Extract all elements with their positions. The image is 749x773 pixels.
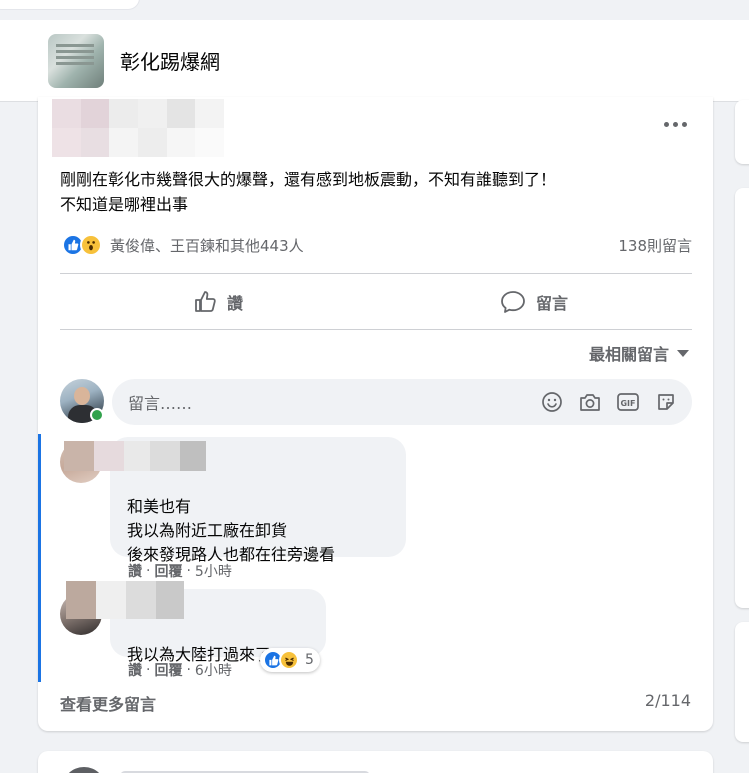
meta-separator: ·	[186, 662, 191, 678]
next-post-card	[38, 751, 713, 773]
more-options-button[interactable]	[657, 111, 693, 137]
comment-like-link[interactable]: 讚	[128, 561, 142, 581]
comment-count[interactable]: 138則留言	[618, 235, 692, 256]
thread-highlight-bar	[38, 434, 41, 682]
svg-text:GIF: GIF	[620, 399, 635, 408]
avatar-face	[74, 387, 90, 405]
composer-tools: GIF	[540, 390, 678, 414]
dot-icon	[663, 121, 669, 127]
side-card	[735, 622, 749, 742]
like-label: 讚	[226, 294, 243, 313]
comment-meta: 讚 · 回覆 · 6小時	[128, 660, 232, 680]
dot-icon	[672, 121, 678, 127]
caret-down-icon	[677, 349, 689, 357]
sort-label: 最相關留言	[588, 345, 669, 364]
side-card	[735, 100, 749, 164]
comment-reactions[interactable]: 5	[260, 648, 320, 672]
comment-reply-link[interactable]: 回覆	[154, 561, 182, 581]
meta-separator: ·	[146, 662, 151, 678]
haha-reaction-icon	[279, 650, 299, 670]
wow-reaction-icon[interactable]	[80, 234, 102, 256]
comment-input-placeholder: 留言……	[128, 394, 193, 413]
sticker-icon[interactable]	[654, 390, 678, 414]
comment-like-link[interactable]: 讚	[128, 660, 142, 680]
top-fragment	[0, 0, 749, 20]
online-status-dot	[90, 408, 104, 422]
post-text: 剛剛在彰化市幾聲很大的爆聲，還有感到地板震動，不知有誰聽到了！ 不知道是哪裡出事	[60, 170, 557, 214]
gif-icon[interactable]: GIF	[616, 390, 640, 414]
comment-label: 留言	[535, 294, 568, 313]
comment-button[interactable]: 留言	[376, 275, 692, 329]
thumbs-up-icon	[195, 291, 216, 312]
comment-text: 和美也有 我以為附近工廠在卸貨 後來發現路人也都在往旁邊看	[127, 497, 336, 564]
camera-icon[interactable]	[578, 390, 602, 414]
emoji-icon[interactable]	[540, 390, 564, 414]
comment-page-count: 2/114	[644, 691, 691, 710]
meta-separator: ·	[146, 563, 151, 579]
like-button[interactable]: 讚	[60, 275, 376, 329]
dot-icon	[681, 121, 687, 127]
reaction-count: 5	[305, 652, 314, 668]
previous-element	[0, 0, 140, 10]
side-card	[735, 188, 749, 608]
reactions-row: 黃俊偉、王百鍊和其他443人 138則留言	[62, 233, 692, 257]
comment-sort-dropdown[interactable]: 最相關留言	[589, 341, 689, 365]
comment-meta: 讚 · 回覆 · 5小時	[128, 561, 232, 581]
post-card: 剛剛在彰化市幾聲很大的爆聲，還有感到地板震動，不知有誰聽到了！ 不知道是哪裡出事…	[38, 97, 713, 731]
author-name-redacted	[52, 99, 224, 157]
comment-bubble-icon	[501, 291, 525, 313]
reaction-names[interactable]: 黃俊偉、王百鍊和其他443人	[110, 235, 304, 256]
meta-separator: ·	[186, 563, 191, 579]
comment-reply-link[interactable]: 回覆	[154, 660, 182, 680]
view-more-comments-link[interactable]: 查看更多留言	[60, 691, 156, 715]
commenter-name-redacted	[64, 441, 206, 471]
group-name[interactable]: 彰化踢爆網	[120, 46, 220, 75]
commenter-name-redacted	[66, 581, 184, 619]
divider	[60, 329, 692, 330]
group-thumbnail[interactable]	[48, 33, 104, 88]
divider	[60, 273, 692, 274]
comment-time[interactable]: 5小時	[195, 561, 232, 581]
action-bar: 讚 留言	[60, 275, 692, 329]
comment-input[interactable]: 留言…… GIF	[112, 379, 692, 425]
next-post-avatar[interactable]	[62, 767, 106, 773]
comment-time[interactable]: 6小時	[195, 660, 232, 680]
group-header: 彰化踢爆網	[0, 20, 749, 102]
